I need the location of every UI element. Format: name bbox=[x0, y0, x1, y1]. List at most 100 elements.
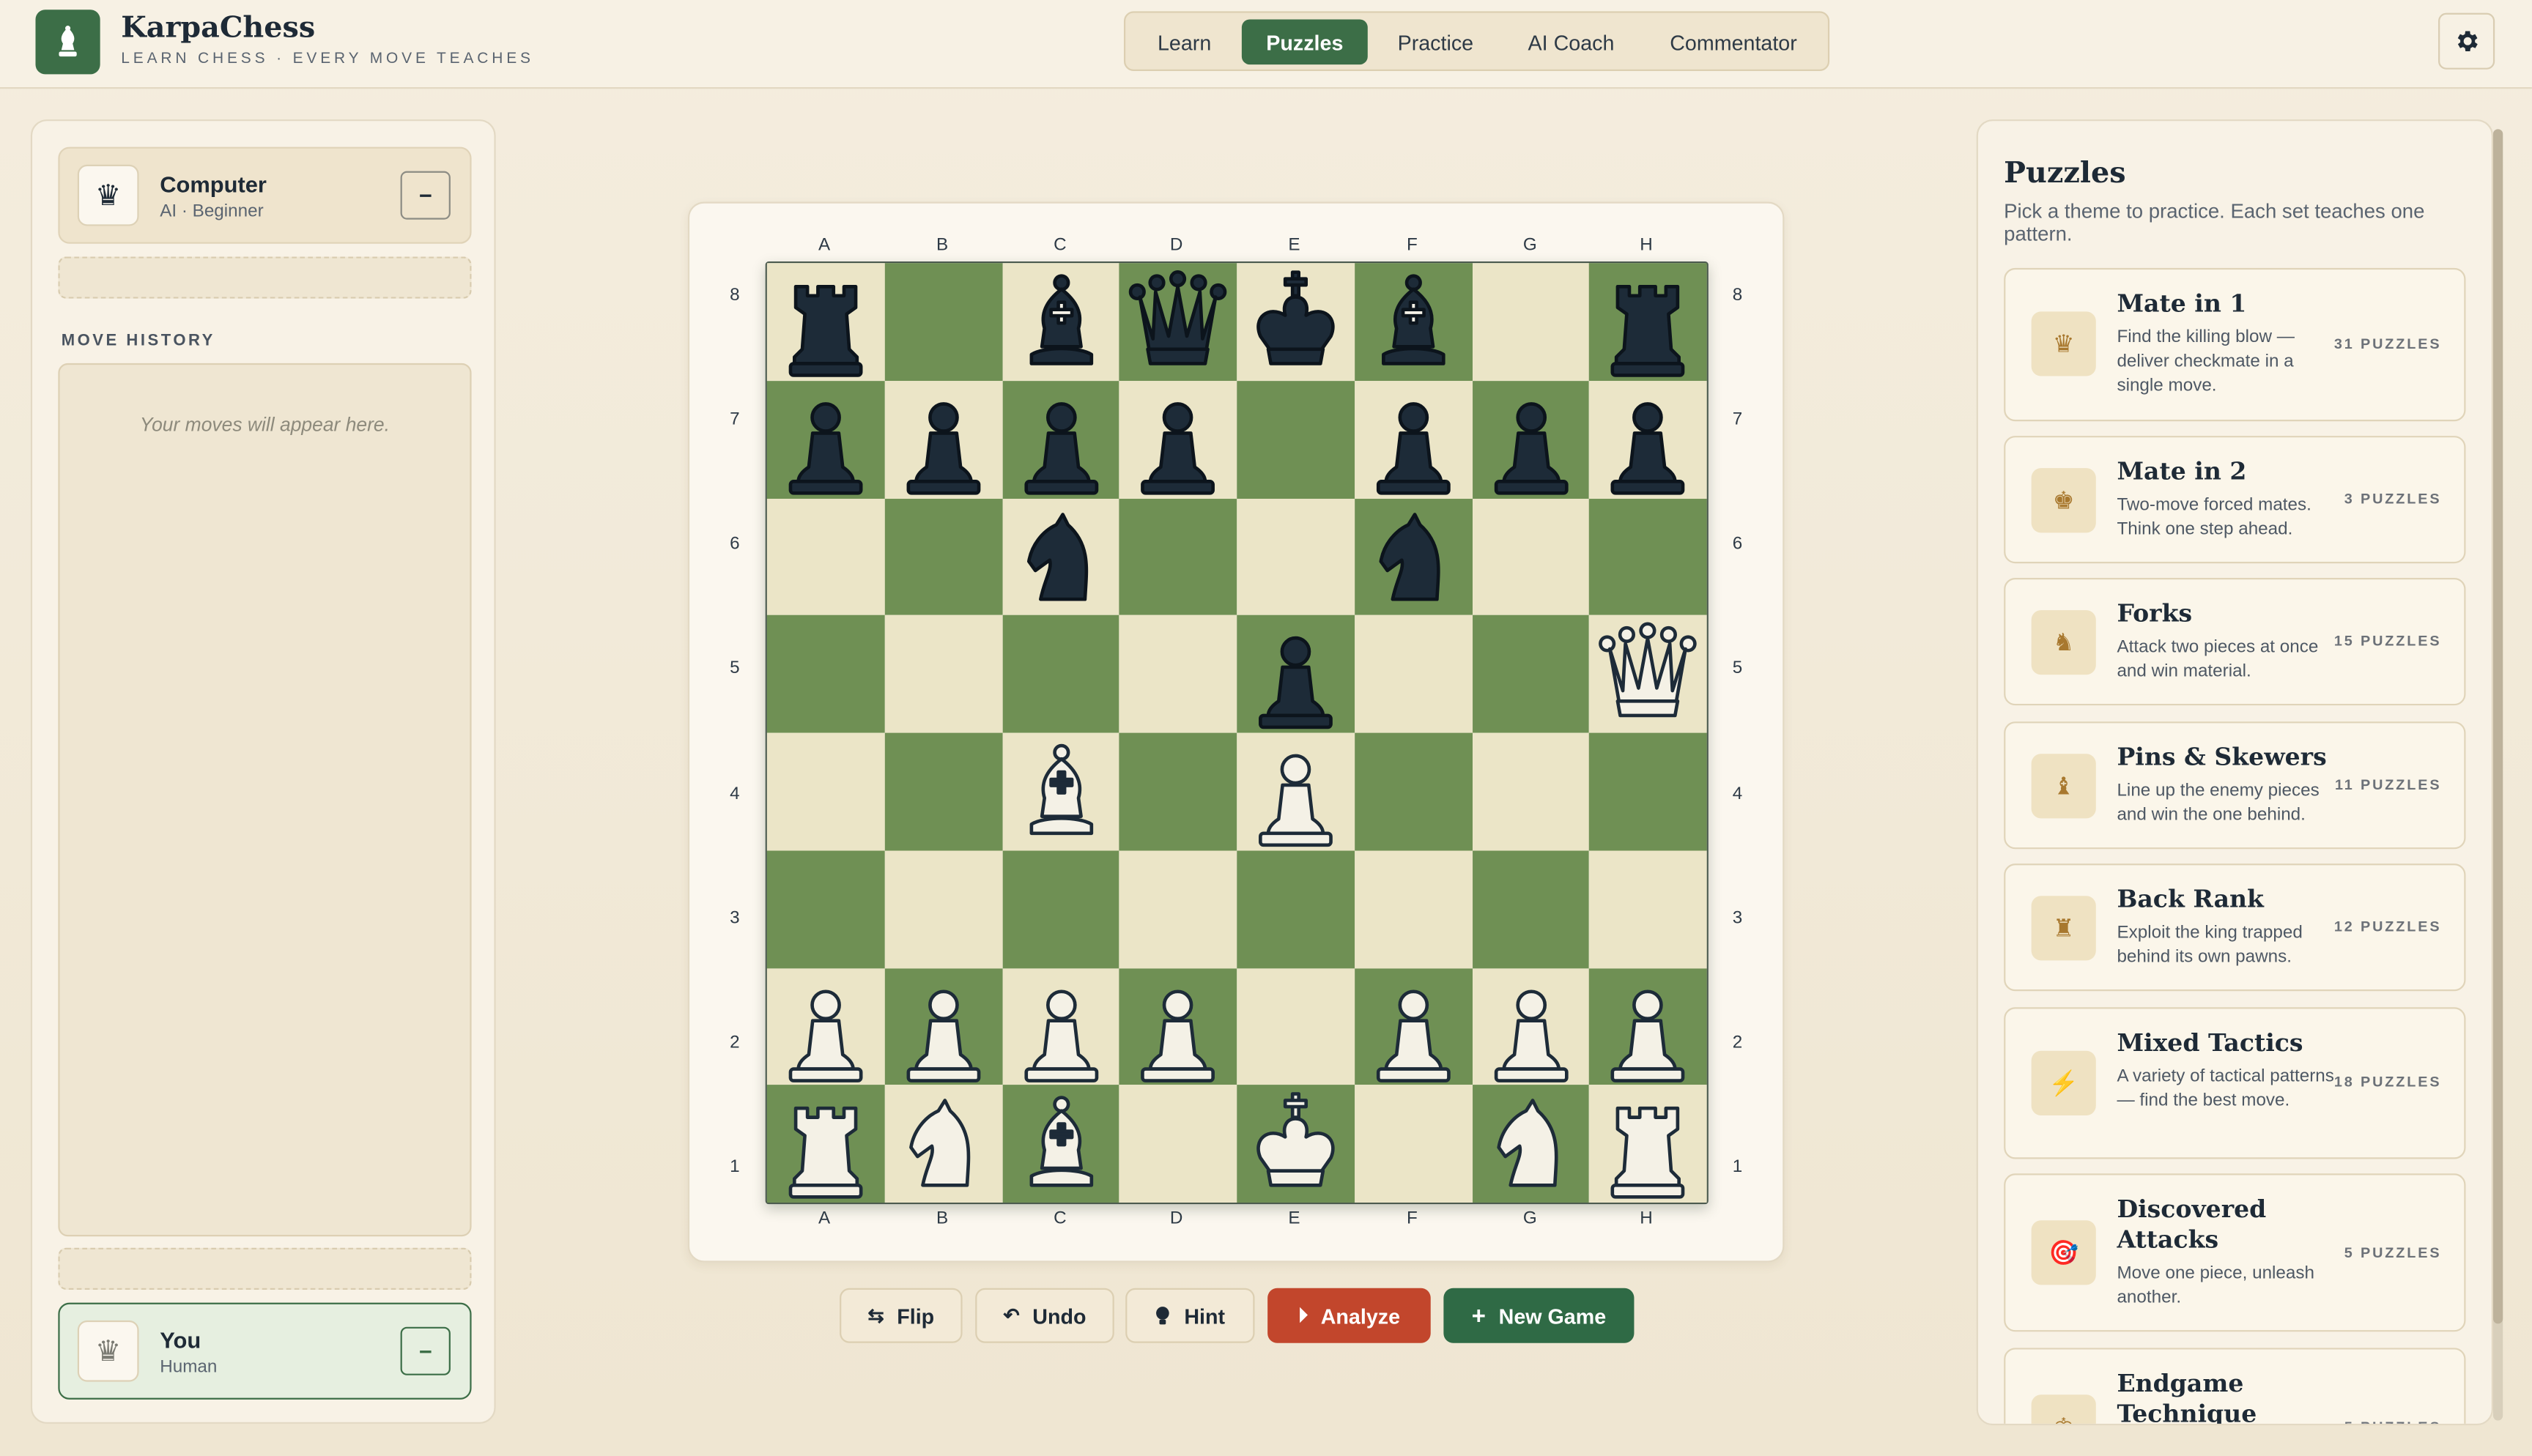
square-c3[interactable] bbox=[1002, 850, 1119, 968]
tab-commentator[interactable]: Commentator bbox=[1648, 19, 1818, 64]
theme-card-mate-in-2[interactable]: ♚ Mate in 2 Two-move forced mates. Think… bbox=[2004, 436, 2466, 564]
puzzles-panel[interactable]: Puzzles Pick a theme to practice. Each s… bbox=[1976, 119, 2493, 1426]
black-pawn-icon[interactable] bbox=[884, 381, 1002, 498]
square-c6[interactable] bbox=[1002, 497, 1119, 616]
white-pawn-icon[interactable] bbox=[1589, 967, 1706, 1085]
square-e6[interactable] bbox=[1237, 497, 1355, 616]
square-e8[interactable] bbox=[1237, 263, 1355, 381]
app-logo[interactable] bbox=[35, 10, 100, 75]
square-g4[interactable] bbox=[1471, 732, 1590, 850]
theme-card-mixed-tactics[interactable]: ⚡ Mixed Tactics A variety of tactical pa… bbox=[2004, 1007, 2466, 1159]
tab-learn[interactable]: Learn bbox=[1141, 19, 1227, 64]
black-rook-icon[interactable] bbox=[1589, 263, 1706, 380]
square-c5[interactable] bbox=[1002, 615, 1119, 733]
square-g5[interactable] bbox=[1471, 615, 1590, 733]
square-d6[interactable] bbox=[1119, 497, 1237, 616]
white-pawn-icon[interactable] bbox=[1119, 967, 1237, 1085]
square-f2[interactable] bbox=[1354, 967, 1472, 1085]
square-b1[interactable] bbox=[884, 1085, 1002, 1203]
theme-card-mate-in-1[interactable]: ♛ Mate in 1 Find the killing blow — deli… bbox=[2004, 267, 2466, 422]
square-c4[interactable] bbox=[1002, 732, 1119, 850]
square-f4[interactable] bbox=[1354, 732, 1472, 850]
black-knight-icon[interactable] bbox=[1355, 498, 1472, 615]
square-h2[interactable] bbox=[1589, 967, 1707, 1085]
black-bishop-icon[interactable] bbox=[1002, 263, 1119, 380]
square-c2[interactable] bbox=[1002, 967, 1119, 1085]
square-a3[interactable] bbox=[766, 850, 885, 968]
square-d7[interactable] bbox=[1119, 380, 1237, 498]
black-pawn-icon[interactable] bbox=[1119, 381, 1237, 498]
square-c8[interactable] bbox=[1002, 263, 1119, 381]
black-king-icon[interactable] bbox=[1237, 263, 1354, 380]
theme-card-back-rank[interactable]: ♜ Back Rank Exploit the king trapped beh… bbox=[2004, 863, 2466, 992]
square-b2[interactable] bbox=[884, 967, 1002, 1085]
square-g8[interactable] bbox=[1471, 263, 1590, 381]
move-history-list[interactable]: Your moves will appear here. bbox=[58, 363, 472, 1237]
square-e2[interactable] bbox=[1237, 967, 1355, 1085]
white-pawn-icon[interactable] bbox=[767, 967, 884, 1085]
square-a4[interactable] bbox=[766, 732, 885, 850]
square-e3[interactable] bbox=[1237, 850, 1355, 968]
settings-button[interactable] bbox=[2438, 12, 2495, 70]
black-rook-icon[interactable] bbox=[767, 263, 884, 380]
square-g3[interactable] bbox=[1471, 850, 1590, 968]
analyze-button[interactable]: ⏵ Analyze bbox=[1267, 1288, 1431, 1343]
black-queen-icon[interactable] bbox=[1119, 263, 1237, 380]
black-pawn-icon[interactable] bbox=[1002, 381, 1119, 498]
white-bishop-icon[interactable] bbox=[1002, 1085, 1119, 1203]
square-h4[interactable] bbox=[1589, 732, 1707, 850]
square-g2[interactable] bbox=[1471, 967, 1590, 1085]
square-f8[interactable] bbox=[1354, 263, 1472, 381]
square-g1[interactable] bbox=[1471, 1085, 1590, 1203]
square-a2[interactable] bbox=[766, 967, 885, 1085]
square-e1[interactable] bbox=[1237, 1085, 1355, 1203]
tab-puzzles[interactable]: Puzzles bbox=[1241, 19, 1368, 65]
square-c7[interactable] bbox=[1002, 380, 1119, 498]
new-game-button[interactable]: + New Game bbox=[1443, 1288, 1635, 1343]
square-g7[interactable] bbox=[1471, 380, 1590, 498]
white-rook-icon[interactable] bbox=[1589, 1085, 1706, 1203]
black-pawn-icon[interactable] bbox=[767, 381, 884, 498]
square-h8[interactable] bbox=[1589, 263, 1707, 381]
square-e5[interactable] bbox=[1237, 615, 1355, 733]
square-a7[interactable] bbox=[766, 380, 885, 498]
square-a5[interactable] bbox=[766, 615, 885, 733]
white-pawn-icon[interactable] bbox=[1472, 967, 1589, 1085]
opponent-collapse-button[interactable]: − bbox=[400, 171, 451, 220]
black-pawn-icon[interactable] bbox=[1355, 381, 1472, 498]
undo-button[interactable]: ↶ Undo bbox=[975, 1288, 1114, 1343]
theme-card-discovered-attacks[interactable]: 🎯 Discovered Attacks Move one piece, unl… bbox=[2004, 1173, 2466, 1332]
square-g6[interactable] bbox=[1471, 497, 1590, 616]
square-f3[interactable] bbox=[1354, 850, 1472, 968]
square-d2[interactable] bbox=[1119, 967, 1237, 1085]
square-a1[interactable] bbox=[766, 1085, 885, 1203]
black-pawn-icon[interactable] bbox=[1472, 381, 1589, 498]
white-knight-icon[interactable] bbox=[884, 1085, 1002, 1203]
white-pawn-icon[interactable] bbox=[1355, 967, 1472, 1085]
white-bishop-icon[interactable] bbox=[1002, 733, 1119, 850]
square-e7[interactable] bbox=[1237, 380, 1355, 498]
square-h3[interactable] bbox=[1589, 850, 1707, 968]
black-pawn-icon[interactable] bbox=[1237, 615, 1354, 732]
flip-board-button[interactable]: ⇆ Flip bbox=[840, 1288, 963, 1343]
square-b6[interactable] bbox=[884, 497, 1002, 616]
white-pawn-icon[interactable] bbox=[1002, 967, 1119, 1085]
white-queen-icon[interactable] bbox=[1589, 615, 1706, 732]
square-b5[interactable] bbox=[884, 615, 1002, 733]
square-b4[interactable] bbox=[884, 732, 1002, 850]
square-h5[interactable] bbox=[1589, 615, 1707, 733]
square-h7[interactable] bbox=[1589, 380, 1707, 498]
black-bishop-icon[interactable] bbox=[1355, 263, 1472, 380]
square-c1[interactable] bbox=[1002, 1085, 1119, 1203]
white-rook-icon[interactable] bbox=[767, 1085, 884, 1203]
square-f7[interactable] bbox=[1354, 380, 1472, 498]
square-a6[interactable] bbox=[766, 497, 885, 616]
theme-card-forks[interactable]: ♞ Forks Attack two pieces at once and wi… bbox=[2004, 578, 2466, 706]
tab-practice[interactable]: Practice bbox=[1380, 19, 1490, 64]
square-b8[interactable] bbox=[884, 263, 1002, 381]
square-e4[interactable] bbox=[1237, 732, 1355, 850]
theme-card-pins-skewers[interactable]: ♝ Pins & Skewers Line up the enemy piece… bbox=[2004, 721, 2466, 850]
square-h6[interactable] bbox=[1589, 497, 1707, 616]
white-pawn-icon[interactable] bbox=[884, 967, 1002, 1085]
white-king-icon[interactable] bbox=[1237, 1085, 1354, 1203]
